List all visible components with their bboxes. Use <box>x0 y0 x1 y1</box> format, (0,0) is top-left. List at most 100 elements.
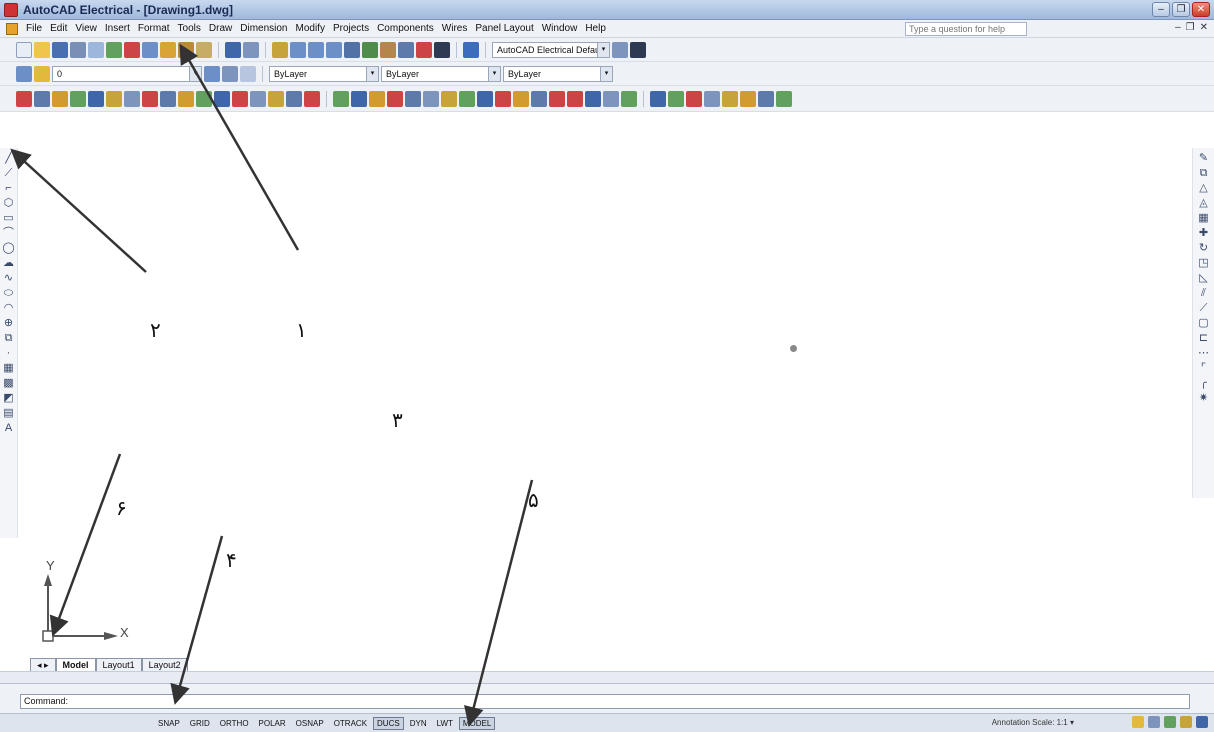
signal-arrow-icon[interactable] <box>495 90 511 107</box>
block-editor-icon[interactable] <box>196 41 212 58</box>
scale-icon[interactable]: ◳ <box>1197 257 1210 270</box>
workspace-switch-icon[interactable] <box>1164 716 1176 728</box>
stretch-wire-icon[interactable] <box>160 90 176 107</box>
panel-report-icon[interactable] <box>776 90 792 107</box>
panel-editor-icon[interactable] <box>668 90 684 107</box>
text-attribute-icon[interactable] <box>304 90 320 107</box>
linetype-dropdown[interactable]: ByLayer ▾ <box>381 65 501 82</box>
insert-block-icon[interactable]: ⊕ <box>2 317 15 330</box>
layer-previous-icon[interactable] <box>222 65 238 82</box>
cut-icon[interactable] <box>124 41 140 58</box>
status-snap[interactable]: SNAP <box>154 717 184 730</box>
balloon-icon[interactable] <box>686 90 702 107</box>
circuit-builder-icon[interactable] <box>477 90 493 107</box>
layer-properties-icon[interactable] <box>16 65 32 82</box>
copy-icon[interactable]: ⧉ <box>1197 167 1210 180</box>
insert-hydraulic-icon[interactable] <box>351 90 367 107</box>
plot-preview-icon[interactable] <box>88 41 104 58</box>
next-arrow-icon[interactable] <box>567 90 583 107</box>
audit-icon[interactable] <box>621 90 637 107</box>
tab-layout1[interactable]: Layout1 <box>95 658 142 671</box>
menu-modify[interactable]: Modify <box>292 23 329 34</box>
close-button[interactable]: ✕ <box>1192 2 1210 17</box>
surfer-icon[interactable] <box>603 90 619 107</box>
menu-dimension[interactable]: Dimension <box>236 23 291 34</box>
insert-connector-icon[interactable] <box>387 90 403 107</box>
wire-numbers-icon[interactable] <box>106 90 122 107</box>
rectangle-icon[interactable]: ▭ <box>2 212 15 225</box>
tab-layout2[interactable]: Layout2 <box>141 658 188 671</box>
insert-pid-icon[interactable] <box>369 90 385 107</box>
copy-component-icon[interactable] <box>214 90 230 107</box>
previous-arrow-icon[interactable] <box>549 90 565 107</box>
chamfer-icon[interactable]: ⌜ <box>1197 362 1210 375</box>
make-current-layer-icon[interactable] <box>204 65 220 82</box>
horizontal-scrollbar[interactable] <box>0 671 1214 683</box>
drawing-properties-icon[interactable] <box>585 90 601 107</box>
cross-reference-icon[interactable] <box>142 90 158 107</box>
trim-wire-icon[interactable] <box>178 90 194 107</box>
auto-scale-icon[interactable] <box>1148 716 1160 728</box>
open-icon[interactable] <box>34 41 50 58</box>
lineweight-dropdown[interactable]: ByLayer ▾ <box>503 65 613 82</box>
annotation-visibility-icon[interactable] <box>1132 716 1144 728</box>
zoom-previous-icon[interactable] <box>326 41 342 58</box>
status-dyn[interactable]: DYN <box>406 717 431 730</box>
extend-icon[interactable]: ⟋ <box>1197 302 1210 315</box>
restore-button[interactable]: ❐ <box>1172 2 1190 17</box>
ellipse-icon[interactable]: ⬭ <box>2 287 15 300</box>
zoom-window-icon[interactable] <box>308 41 324 58</box>
line-icon[interactable]: ╱ <box>2 152 15 165</box>
inline-wire-label-icon[interactable] <box>513 90 529 107</box>
polygon-icon[interactable]: ⬡ <box>2 197 15 210</box>
nameplate-icon[interactable] <box>704 90 720 107</box>
spline-icon[interactable]: ∿ <box>2 272 15 285</box>
plc-module-icon[interactable] <box>459 90 475 107</box>
join-icon[interactable]: ⋯ <box>1197 347 1210 360</box>
revision-cloud-icon[interactable]: ☁ <box>2 257 15 270</box>
command-input[interactable]: Command: <box>20 694 1190 709</box>
construction-line-icon[interactable]: ⟋ <box>2 167 15 180</box>
help-icon[interactable] <box>463 41 479 58</box>
paste-icon[interactable] <box>160 41 176 58</box>
array-icon[interactable]: ▦ <box>1197 212 1210 225</box>
menu-format[interactable]: Format <box>134 23 174 34</box>
mirror-icon[interactable]: △ <box>1197 182 1210 195</box>
move-icon[interactable]: ✚ <box>1197 227 1210 240</box>
status-ducs[interactable]: DUCS <box>373 716 404 730</box>
menu-file[interactable]: File <box>22 23 46 34</box>
minimize-button[interactable]: – <box>1152 2 1170 17</box>
document-icon[interactable] <box>6 22 18 35</box>
table-icon[interactable]: ▤ <box>2 407 15 420</box>
rotate-icon[interactable]: ↻ <box>1197 242 1210 255</box>
menu-tools[interactable]: Tools <box>174 23 205 34</box>
menu-view[interactable]: View <box>71 23 101 34</box>
erase-icon[interactable]: ✎ <box>1197 152 1210 165</box>
workspace-settings-icon[interactable] <box>612 41 628 58</box>
status-ortho[interactable]: ORTHO <box>216 717 253 730</box>
arc-icon[interactable]: ⌒ <box>2 227 15 240</box>
drawing-canvas[interactable] <box>18 148 1192 658</box>
insert-ladder-icon[interactable] <box>70 90 86 107</box>
zoom-realtime-icon[interactable] <box>290 41 306 58</box>
status-otrack[interactable]: OTRACK <box>330 717 371 730</box>
doc-minimize-button[interactable]: – <box>1175 22 1181 33</box>
undo-icon[interactable] <box>225 41 241 58</box>
explode-icon[interactable]: ✷ <box>1197 392 1210 405</box>
source-arrow-icon[interactable] <box>124 90 140 107</box>
hatch-icon[interactable]: ▦ <box>2 362 15 375</box>
color-dropdown[interactable]: ByLayer ▾ <box>269 65 379 82</box>
break-icon[interactable]: ⊏ <box>1197 332 1210 345</box>
break-at-point-icon[interactable]: ▢ <box>1197 317 1210 330</box>
polyline-icon[interactable]: ⌐ <box>2 182 15 195</box>
annotation-scale[interactable]: Annotation Scale: 1:1 ▾ <box>992 718 1074 727</box>
menu-wires[interactable]: Wires <box>438 23 472 34</box>
delete-component-icon[interactable] <box>232 90 248 107</box>
menu-draw[interactable]: Draw <box>205 23 236 34</box>
insert-wire-icon[interactable] <box>52 90 68 107</box>
layer-dropdown[interactable]: 0 ▾ <box>52 65 202 82</box>
copy-clip-icon[interactable] <box>142 41 158 58</box>
fillet-icon[interactable]: ╭ <box>1197 377 1210 390</box>
doc-restore-button[interactable]: ❐ <box>1186 22 1195 33</box>
insert-pneumatic-icon[interactable] <box>333 90 349 107</box>
